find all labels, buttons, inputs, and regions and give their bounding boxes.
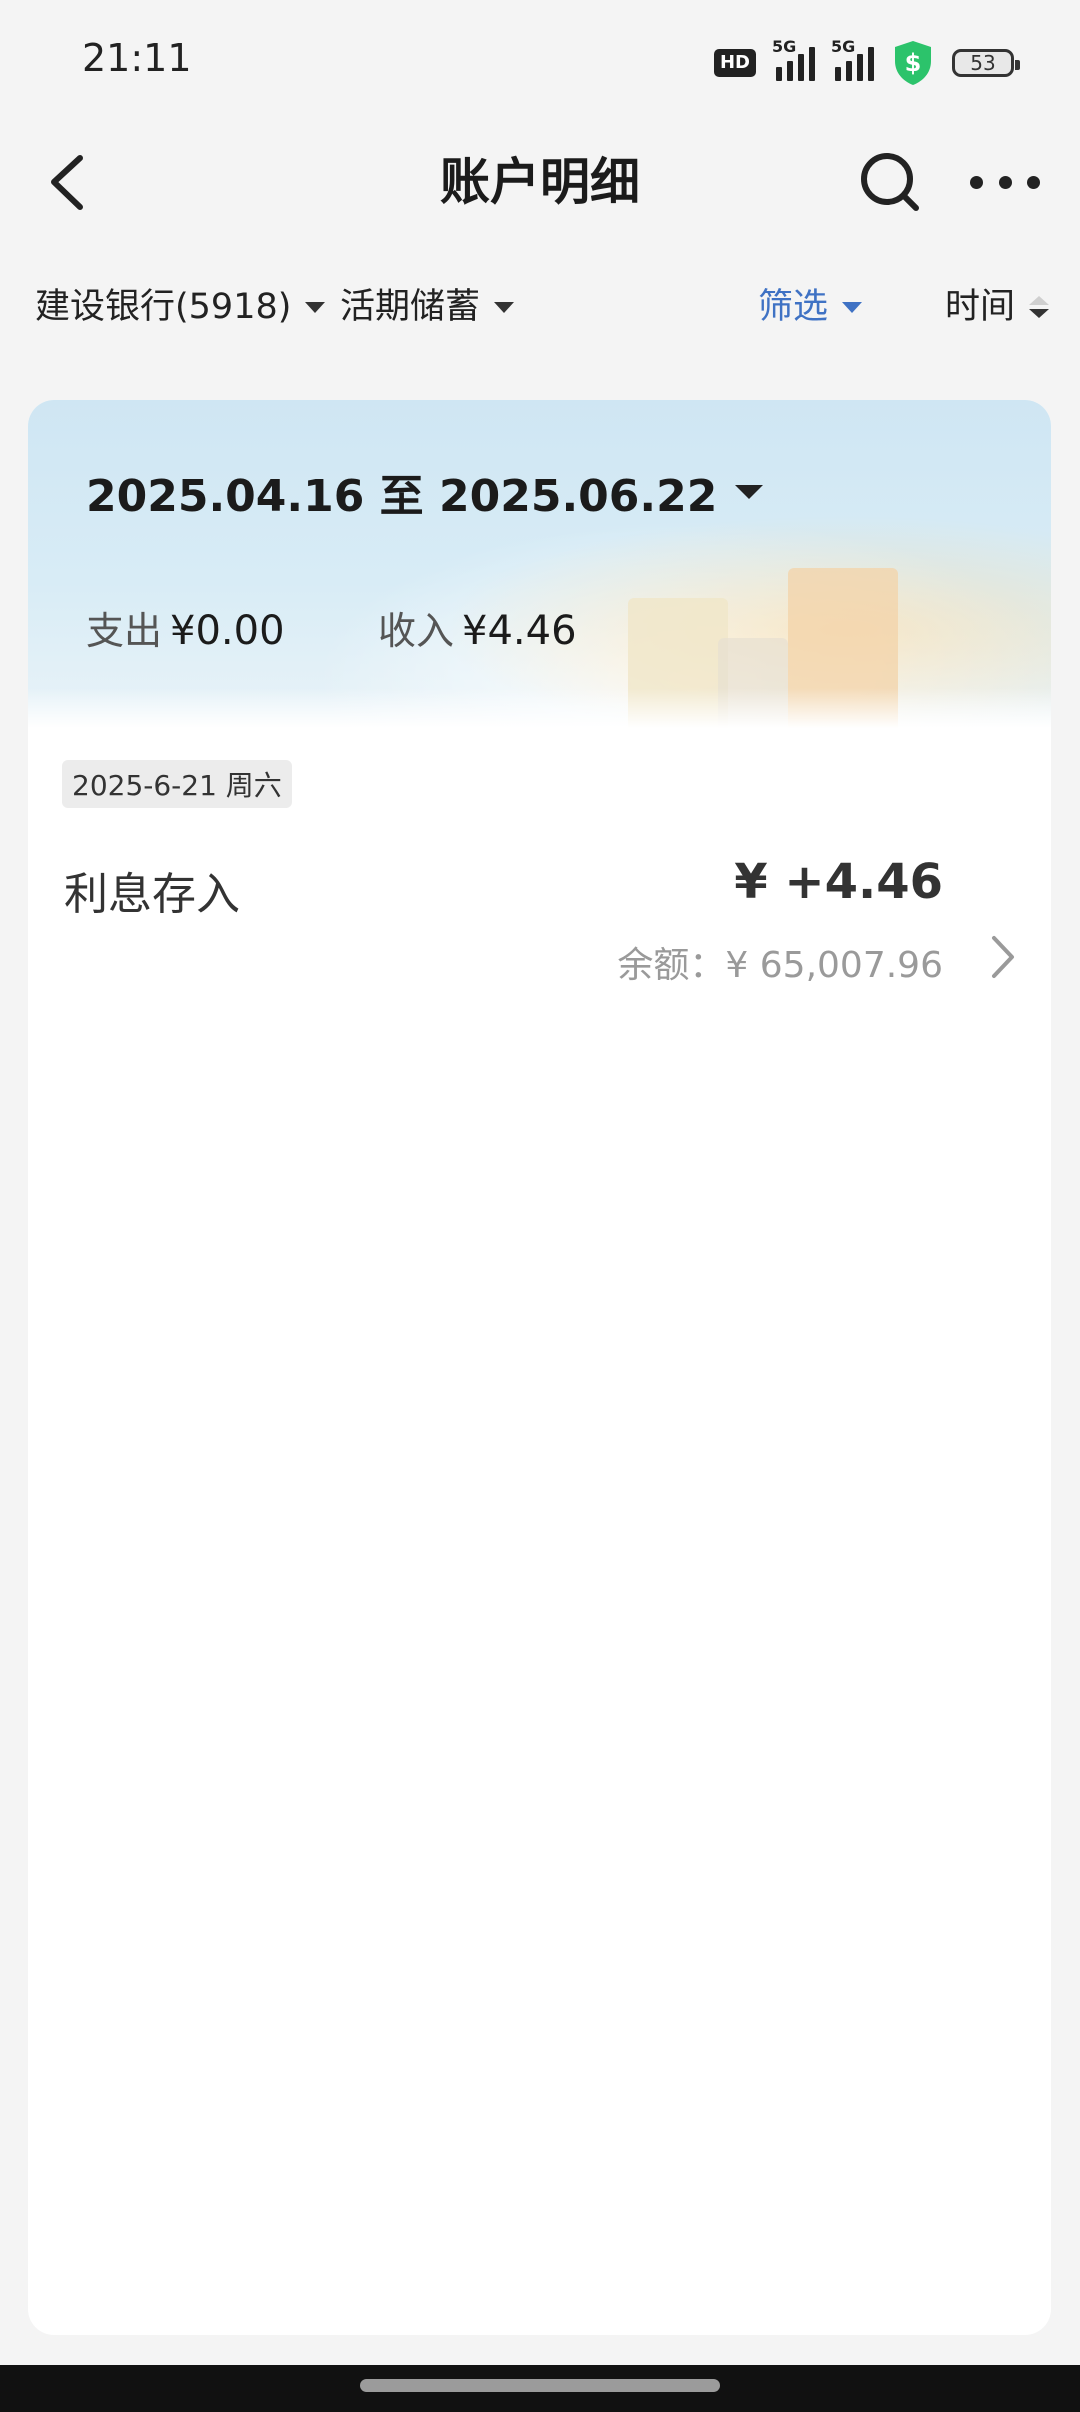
home-indicator[interactable] [360,2379,720,2392]
date-range-selector[interactable]: 2025.04.16 至 2025.06.22 [86,460,764,524]
expense-summary: 支出 ¥0.00 [86,600,285,655]
banner-decoration [28,688,1051,728]
hd-icon: HD [713,49,756,77]
nav-bar: 账户明细 [0,125,1080,240]
transaction-name: 利息存入 [64,869,240,920]
income-value: ¥4.46 [462,608,577,654]
status-icons: HD 5G 5G $ 53 [713,37,1020,88]
sort-by-time[interactable]: 时间 [945,282,1050,332]
status-time: 21:11 [82,36,192,80]
filter-label: 筛选 [758,287,829,327]
sort-arrows-icon [1029,296,1050,318]
shield-dollar-icon: $ [895,41,931,85]
expense-label: 支出 [86,609,163,653]
signal-5g-icon: 5G [831,37,874,81]
transaction-balance: 余额：¥ 65,007.96 [617,945,943,986]
date-range-text: 2025.04.16 至 2025.06.22 [86,471,718,522]
caret-down-icon [842,301,863,313]
transactions-card: 2025.04.16 至 2025.06.22 支出 ¥0.00 收入 ¥4.4… [28,400,1051,2335]
search-icon[interactable] [855,147,925,217]
bank-account-label: 建设银行(5918) [35,287,292,327]
caret-down-icon [735,485,764,499]
svg-text:$: $ [905,49,922,77]
signal-label: 5G [831,37,856,56]
bank-account-dropdown[interactable]: 建设银行(5918) [35,282,326,332]
income-label: 收入 [378,609,455,653]
signal-label: 5G [772,37,797,56]
income-summary: 收入 ¥4.46 [378,600,577,655]
sort-label: 时间 [945,287,1016,327]
caret-down-icon [305,301,326,313]
account-type-label: 活期储蓄 [340,287,481,327]
transaction-amount: ¥ +4.46 [734,854,943,910]
account-type-dropdown[interactable]: 活期储蓄 [340,282,515,332]
summary-banner: 2025.04.16 至 2025.06.22 支出 ¥0.00 收入 ¥4.4… [28,400,1051,728]
transaction-row[interactable]: 利息存入 ¥ +4.46 余额：¥ 65,007.96 [28,840,1051,986]
more-icon[interactable] [970,147,1040,217]
chevron-right-icon [992,936,1014,978]
filter-bar: 建设银行(5918) 活期储蓄 筛选 时间 [0,270,1080,355]
expense-value: ¥0.00 [170,608,285,654]
battery-icon: 53 [952,49,1020,77]
status-bar: 21:11 HD 5G 5G $ 53 [0,0,1080,125]
day-header: 2025-6-21 周六 [62,760,292,808]
system-nav-bar [0,2365,1080,2412]
filter-dropdown[interactable]: 筛选 [758,282,863,332]
signal-5g-icon: 5G [772,37,815,81]
caret-down-icon [494,301,515,313]
